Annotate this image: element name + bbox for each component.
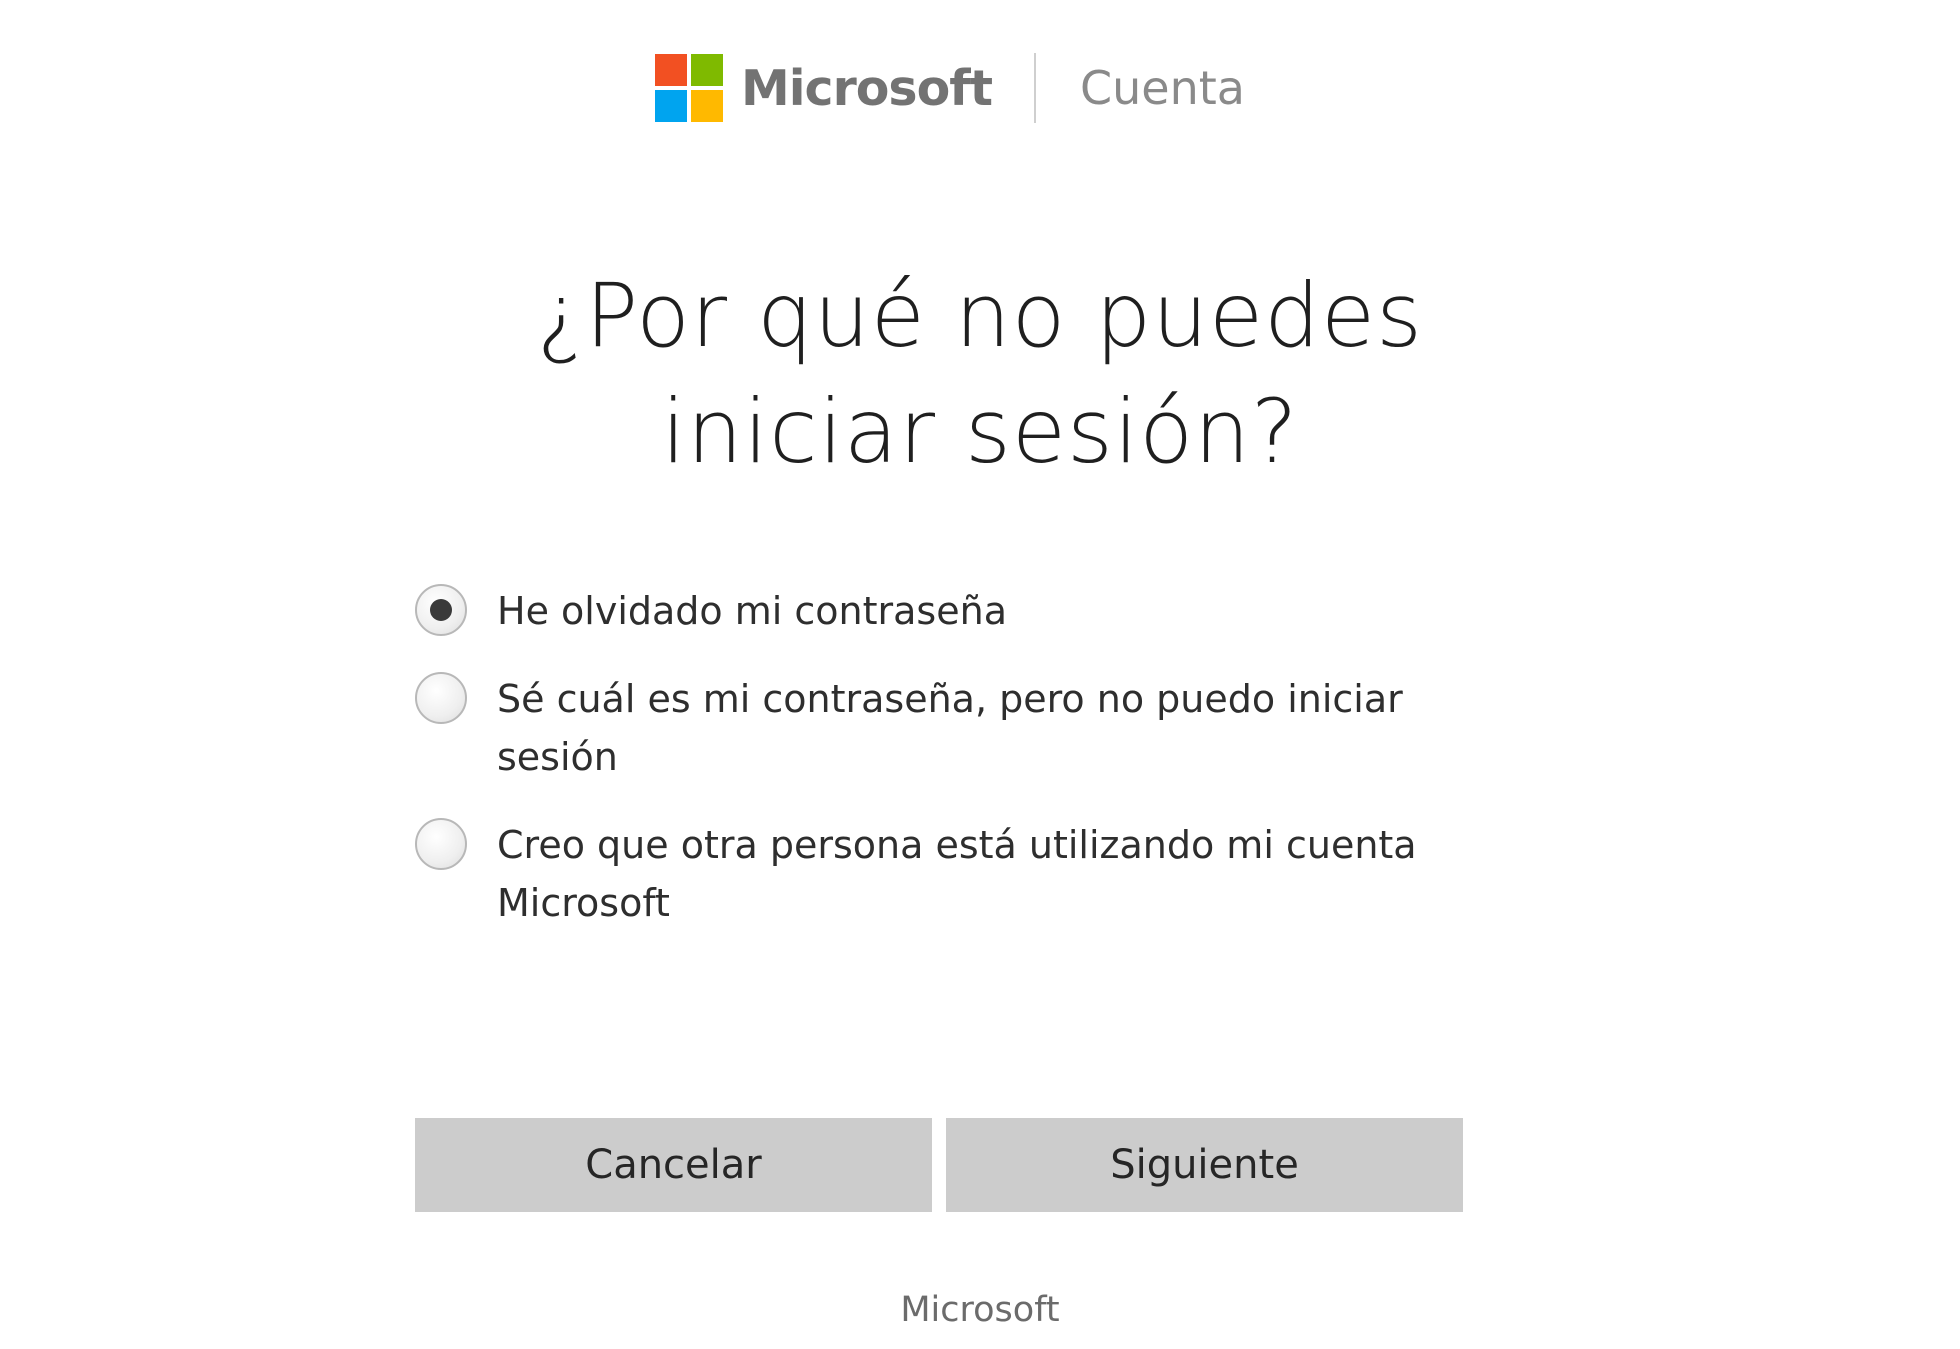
brand-name: Microsoft xyxy=(741,59,993,117)
option-forgot-password-label: He olvidado mi contraseña xyxy=(497,582,1475,640)
option-account-compromised-text-line-1: Creo que otra persona está utilizando mi… xyxy=(497,823,1417,867)
option-account-compromised-label: Creo que otra persona está utilizando mi… xyxy=(497,816,1475,932)
microsoft-logo-icon xyxy=(655,54,723,122)
option-know-password-label: Sé cuál es mi contraseña, pero no puedo … xyxy=(497,670,1475,786)
footer-brand: Microsoft xyxy=(900,1290,1060,1330)
cancel-button[interactable]: Cancelar xyxy=(415,1118,932,1212)
page-title: ¿Por qué no puedes iniciar sesión? xyxy=(0,258,1960,490)
page: Microsoft Cuenta ¿Por qué no puedes inic… xyxy=(0,0,1960,1349)
option-account-compromised-text-line-2: Microsoft xyxy=(497,881,670,925)
logo-square-yellow xyxy=(691,90,723,122)
next-button[interactable]: Siguiente xyxy=(946,1118,1463,1212)
option-account-compromised[interactable]: Creo que otra persona está utilizando mi… xyxy=(415,816,1475,932)
option-forgot-password-text: He olvidado mi contraseña xyxy=(497,589,1007,633)
reason-options: He olvidado mi contraseña Sé cuál es mi … xyxy=(415,582,1475,962)
option-know-password-text-line-2: sesión xyxy=(497,735,618,779)
logo-square-red xyxy=(655,54,687,86)
header: Microsoft Cuenta xyxy=(655,52,1245,124)
page-title-line-2: iniciar sesión? xyxy=(661,380,1299,483)
radio-account-compromised[interactable] xyxy=(415,818,467,870)
option-forgot-password[interactable]: He olvidado mi contraseña xyxy=(415,582,1475,640)
option-know-password-text-line-1: Sé cuál es mi contraseña, pero no puedo … xyxy=(497,677,1403,721)
option-know-password[interactable]: Sé cuál es mi contraseña, pero no puedo … xyxy=(415,670,1475,786)
header-section-title: Cuenta xyxy=(1080,61,1245,115)
action-buttons: Cancelar Siguiente xyxy=(415,1118,1463,1212)
logo-square-blue xyxy=(655,90,687,122)
radio-forgot-password[interactable] xyxy=(415,584,467,636)
page-title-line-1: ¿Por qué no puedes xyxy=(536,264,1424,367)
logo-square-green xyxy=(691,54,723,86)
radio-know-password[interactable] xyxy=(415,672,467,724)
header-divider xyxy=(1034,53,1037,123)
